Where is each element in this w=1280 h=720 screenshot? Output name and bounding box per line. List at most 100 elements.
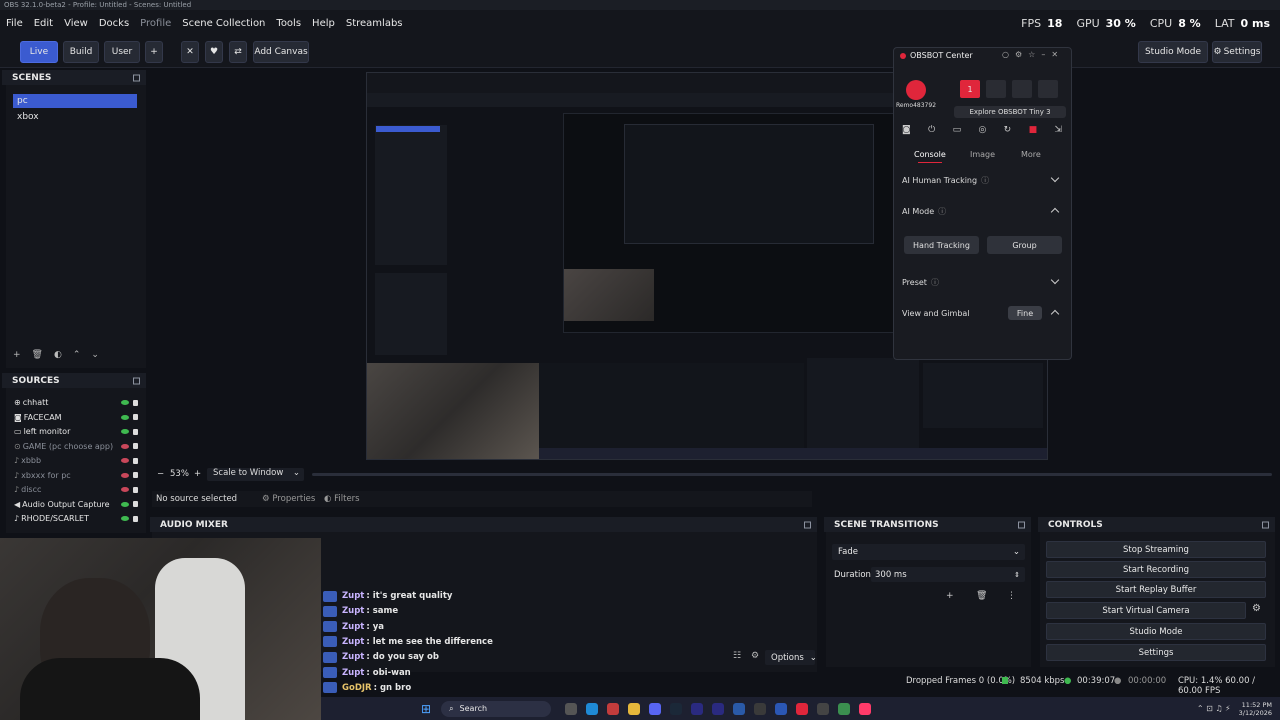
source-item[interactable]: ♪ xbxxx for pc: [14, 469, 138, 482]
transition-select[interactable]: Fade ⌄: [832, 544, 1025, 560]
filter-scene-icon[interactable]: ◐: [54, 350, 62, 362]
visibility-eye-icon[interactable]: [121, 400, 129, 405]
mixer-gear-icon[interactable]: ⚙: [751, 651, 759, 661]
lock-icon[interactable]: [133, 486, 138, 493]
tab-image[interactable]: Image: [970, 150, 995, 159]
heart-button[interactable]: ♥: [205, 41, 223, 63]
visibility-eye-icon[interactable]: [121, 516, 129, 521]
lock-icon[interactable]: [133, 414, 138, 420]
ai-mode-row[interactable]: AI Mode ⓘ: [902, 201, 1062, 221]
minimize-icon[interactable]: –: [1041, 50, 1045, 59]
remove-transition-icon[interactable]: 🗑: [976, 591, 987, 601]
add-mode-button[interactable]: +: [145, 41, 163, 63]
menu-scene-collection[interactable]: Scene Collection: [182, 18, 265, 29]
taskview-icon[interactable]: [565, 702, 578, 715]
app-icon[interactable]: [775, 702, 788, 715]
menu-help[interactable]: Help: [312, 18, 335, 29]
dock-float-icon[interactable]: [1262, 521, 1269, 528]
transition-menu-icon[interactable]: ⋮: [1007, 591, 1016, 601]
add-scene-icon[interactable]: +: [13, 350, 21, 362]
visibility-eye-icon[interactable]: [121, 414, 129, 420]
power-icon[interactable]: ⏻: [928, 125, 935, 137]
tray-icons[interactable]: ⌃ ⊡ ♫ ⚡: [1197, 704, 1231, 713]
lock-icon[interactable]: [133, 399, 138, 406]
dock-float-icon[interactable]: [133, 74, 140, 81]
visibility-eye-icon[interactable]: [121, 501, 129, 507]
swap-button[interactable]: ⇄: [229, 41, 247, 63]
device-avatar[interactable]: [906, 80, 926, 100]
visibility-eye-icon[interactable]: [121, 487, 129, 492]
add-transition-icon[interactable]: +: [946, 591, 954, 601]
taskbar-search[interactable]: ⌕ Search: [441, 700, 552, 717]
move-up-icon[interactable]: ⌃: [73, 350, 81, 362]
source-item[interactable]: ♪ RHODE/SCARLET: [14, 512, 138, 525]
opera-icon[interactable]: [607, 702, 620, 715]
windows-start-icon[interactable]: ⊞: [421, 702, 431, 716]
visibility-eye-icon[interactable]: [121, 443, 129, 449]
preview-scrollbar[interactable]: [312, 473, 1272, 476]
taskbar-clock[interactable]: 11:52 PM 3/12/2026: [1239, 701, 1272, 717]
source-item[interactable]: ▭ left monitor: [14, 425, 138, 438]
source-item[interactable]: ⊙ GAME (pc choose app): [14, 440, 138, 453]
source-item[interactable]: ♪ xbbb: [14, 454, 138, 467]
premiere-icon[interactable]: [691, 702, 704, 715]
virtual-camera-gear-icon[interactable]: ⚙: [1252, 603, 1261, 614]
zoom-out-icon[interactable]: −: [157, 469, 164, 479]
close-icon[interactable]: ✕: [1051, 50, 1058, 59]
hand-tracking-button[interactable]: Hand Tracking: [904, 236, 979, 254]
group-button[interactable]: Group: [987, 236, 1062, 254]
camera-icon[interactable]: ◙: [902, 125, 911, 137]
app2-icon[interactable]: [838, 702, 851, 715]
preset-slot-1[interactable]: 1: [960, 80, 980, 98]
tab-console[interactable]: Console: [914, 150, 946, 159]
menu-profile[interactable]: Profile: [140, 18, 171, 29]
preset-row[interactable]: Preset ⓘ: [902, 272, 1062, 292]
source-item[interactable]: ⊕ chhatt: [14, 396, 138, 409]
user-button[interactable]: User: [104, 41, 140, 63]
menu-file[interactable]: File: [6, 18, 23, 29]
menu-streamlabs[interactable]: Streamlabs: [346, 18, 403, 29]
edge-icon[interactable]: [586, 702, 599, 715]
pin-icon[interactable]: ☆: [1028, 50, 1035, 59]
tab-more[interactable]: More: [1021, 150, 1041, 159]
delete-scene-icon[interactable]: 🗑: [32, 350, 43, 362]
photoshop-icon[interactable]: [733, 702, 746, 715]
scene-item-xbox[interactable]: xbox: [13, 110, 137, 124]
tools-button[interactable]: ✕: [181, 41, 199, 63]
menu-edit[interactable]: Edit: [34, 18, 53, 29]
settings-button[interactable]: ⚙ Settings: [1212, 41, 1262, 63]
lock-icon[interactable]: [133, 428, 138, 435]
settings-icon[interactable]: ⚙: [1015, 50, 1022, 59]
scene-item-pc[interactable]: pc: [13, 94, 137, 108]
video-icon[interactable]: ▭: [953, 125, 962, 137]
steam-icon[interactable]: [670, 702, 683, 715]
menu-tools[interactable]: Tools: [276, 18, 301, 29]
start-recording-button[interactable]: Start Recording: [1046, 561, 1266, 578]
build-button[interactable]: Build: [63, 41, 99, 63]
preset-slot-4[interactable]: [1038, 80, 1058, 98]
ai-human-tracking-row[interactable]: AI Human Tracking ⓘ: [902, 170, 1062, 190]
tiktok-icon[interactable]: [859, 702, 872, 715]
mixer-options-select[interactable]: Options ⌄: [765, 650, 817, 665]
duration-spinbox[interactable]: 300 ms ⇕: [871, 567, 1025, 582]
lock-icon[interactable]: [133, 472, 138, 478]
source-item[interactable]: ♪ discc: [14, 483, 138, 496]
menu-docks[interactable]: Docks: [99, 18, 129, 29]
mixer-layout-icon[interactable]: ☷: [733, 651, 741, 661]
studio-mode-toggle[interactable]: Studio Mode: [1138, 41, 1208, 63]
refresh-icon[interactable]: ↻: [1004, 125, 1012, 137]
explorer-icon[interactable]: [628, 702, 641, 715]
filters-button[interactable]: ◐ Filters: [324, 494, 360, 504]
add-canvas-button[interactable]: Add Canvas: [253, 41, 309, 63]
visibility-eye-icon[interactable]: [121, 429, 129, 434]
lock-icon[interactable]: [133, 457, 138, 464]
dock-float-icon[interactable]: [133, 377, 140, 384]
source-item[interactable]: ◀ Audio Output Capture: [14, 498, 138, 511]
discord-icon[interactable]: [649, 702, 662, 715]
studio-mode-button[interactable]: Studio Mode: [1046, 623, 1266, 640]
fine-toggle[interactable]: Fine: [1008, 306, 1042, 320]
expand-icon[interactable]: ⇲: [1054, 125, 1062, 137]
source-item[interactable]: ◙ FACECAM: [14, 411, 138, 424]
dock-float-icon[interactable]: [1018, 521, 1025, 528]
visibility-eye-icon[interactable]: [121, 458, 129, 463]
